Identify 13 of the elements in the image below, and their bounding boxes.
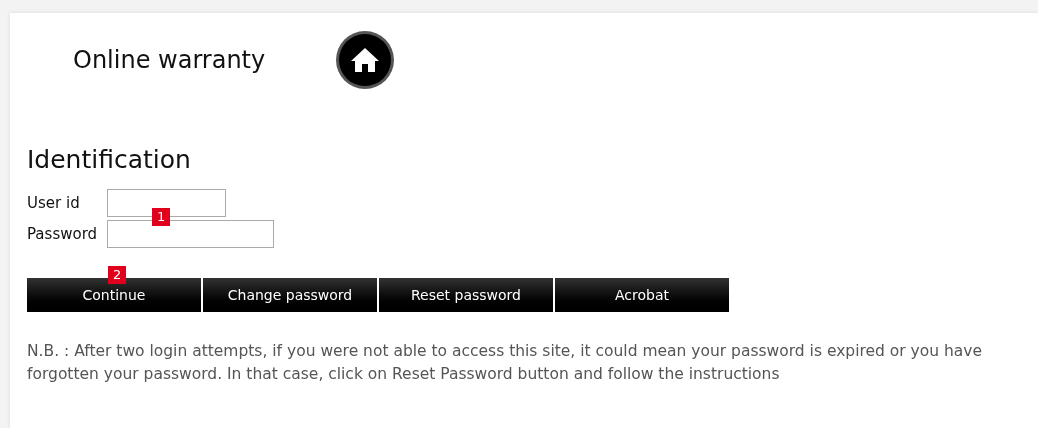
action-button[interactable]: Continue [27,278,201,312]
field-label: Password [27,223,99,245]
action-button[interactable]: Acrobat [555,278,729,312]
home-icon[interactable] [335,30,396,90]
action-button[interactable]: Reset password [379,278,553,312]
annotation-marker: 2 [108,266,127,284]
action-button[interactable]: Change password [203,278,377,312]
input-field[interactable] [107,220,274,248]
annotation-marker: 1 [152,208,171,226]
section-heading: Identification [27,145,192,175]
page-title: Online warranty [73,45,266,76]
field-label: User id [27,192,81,214]
note-text: N.B. : After two login attempts, if you were not able to access this site, it could mean your password is expired or you have forgotten your password. In that case, click on Reset Password button and follow the instructions [27,341,984,385]
